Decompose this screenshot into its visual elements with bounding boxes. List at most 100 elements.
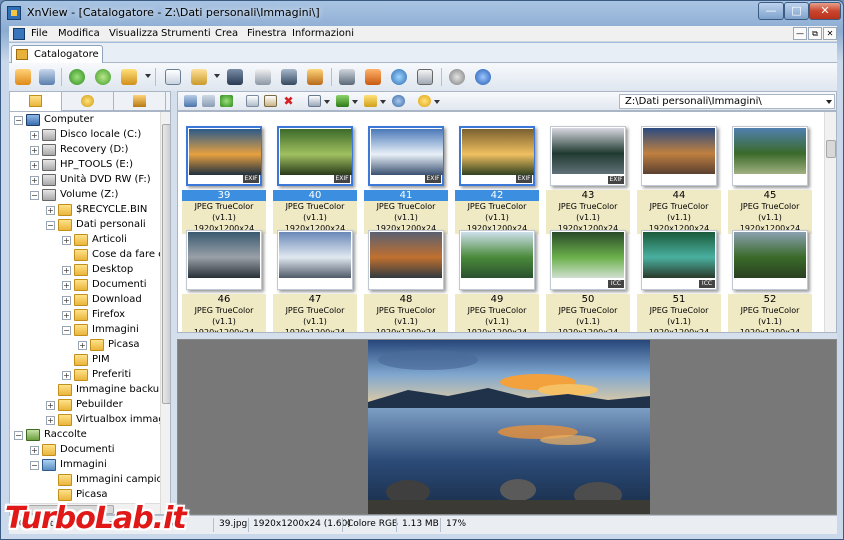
thumbnail-image[interactable] <box>732 126 808 186</box>
wallpaper-button[interactable] <box>363 67 383 87</box>
collapse-toggle[interactable]: − <box>30 461 39 470</box>
delete-icon[interactable]: ✖ <box>282 95 295 107</box>
thumbnail-image[interactable]: ICC <box>550 230 626 290</box>
path-combobox[interactable]: Z:\Dati personali\Immagini\ <box>619 94 835 109</box>
collapse-toggle[interactable]: − <box>14 431 23 440</box>
reload-button[interactable] <box>93 67 113 87</box>
browser-mode-button[interactable] <box>13 67 33 87</box>
thumbnail-cell[interactable]: 49 JPEG TrueColor (v1.1) 1920x1200x24 <box>455 226 539 332</box>
doc-restore-button[interactable]: ⧉ <box>808 27 822 40</box>
expand-toggle[interactable]: + <box>62 296 71 305</box>
thumbnail-image[interactable]: EXIF <box>459 126 535 186</box>
thumbnail-image[interactable]: EXIF <box>277 126 353 186</box>
search-button[interactable] <box>225 67 245 87</box>
sort-icon[interactable] <box>336 95 349 107</box>
menu-file[interactable]: File <box>31 28 48 39</box>
tab-favorites[interactable] <box>62 92 114 111</box>
grid-vertical-scrollbar[interactable] <box>824 112 836 332</box>
convert-button[interactable] <box>305 67 325 87</box>
thumbnail-cell[interactable]: ICC 51 JPEG TrueColor (v1.1) 1920x1200x24 <box>637 226 721 332</box>
menu-strumenti[interactable]: Strumenti <box>161 28 211 39</box>
thumbnail-image[interactable]: EXIF <box>368 126 444 186</box>
expand-toggle[interactable]: + <box>46 206 55 215</box>
thumbnail-cell[interactable]: EXIF 40 JPEG TrueColor (v1.1) 1920x1200x24 <box>273 122 357 234</box>
forward-icon[interactable] <box>202 95 215 107</box>
back-icon[interactable] <box>184 95 197 107</box>
expand-toggle[interactable]: + <box>62 266 71 275</box>
menu-finestra[interactable]: Finestra <box>247 28 287 39</box>
thumbnail-cell[interactable]: 52 JPEG TrueColor (v1.1) 1920x1200x24 <box>728 226 812 332</box>
document-menu-icon[interactable] <box>13 28 25 40</box>
thumbnail-cell[interactable]: ICC 50 JPEG TrueColor (v1.1) 1920x1200x24 <box>546 226 630 332</box>
thumbnail-cell[interactable]: 48 JPEG TrueColor (v1.1) 1920x1200x24 <box>364 226 448 332</box>
thumbnail-image[interactable]: ICC <box>641 230 717 290</box>
expand-toggle[interactable]: + <box>62 236 71 245</box>
scroll-thumb[interactable] <box>826 140 836 158</box>
thumbnail-image[interactable]: EXIF <box>550 126 626 186</box>
thumbnail-image[interactable] <box>459 230 535 290</box>
sync-icon[interactable] <box>392 95 405 107</box>
minimize-button[interactable]: — <box>758 2 784 20</box>
scroll-thumb[interactable] <box>162 124 170 404</box>
expand-toggle[interactable]: + <box>62 371 71 380</box>
thumbnail-image[interactable] <box>368 230 444 290</box>
expand-toggle[interactable]: + <box>78 341 87 350</box>
thumbnail-image[interactable] <box>641 126 717 186</box>
expand-toggle[interactable]: + <box>30 146 39 155</box>
info-button[interactable] <box>473 67 493 87</box>
collapse-toggle[interactable]: − <box>62 326 71 335</box>
slideshow-button[interactable] <box>119 67 139 87</box>
image-preview-pane[interactable] <box>177 339 837 515</box>
close-button[interactable]: ✕ <box>809 2 841 20</box>
copy-button[interactable] <box>163 67 183 87</box>
new-folder-icon[interactable] <box>246 95 259 107</box>
expand-toggle[interactable]: + <box>62 281 71 290</box>
slideshow-dropdown[interactable] <box>145 74 151 78</box>
favorites-dropdown[interactable] <box>434 100 440 104</box>
xnview-app-icon[interactable] <box>7 6 21 20</box>
expand-toggle[interactable]: + <box>30 176 39 185</box>
thumbnail-cell[interactable]: EXIF 43 JPEG TrueColor (v1.1) 1920x1200x24 <box>546 122 630 234</box>
thumbnail-cell[interactable]: 45 JPEG TrueColor (v1.1) 1920x1200x24 <box>728 122 812 234</box>
title-bar[interactable]: XnView - [Catalogatore - Z:\Dati persona… <box>1 1 843 25</box>
expand-toggle[interactable]: + <box>30 131 39 140</box>
menu-crea[interactable]: Crea <box>215 28 238 39</box>
parent-folder-icon[interactable] <box>220 95 233 107</box>
thumbnail-image[interactable] <box>277 230 353 290</box>
view-mode-icon[interactable] <box>308 95 321 107</box>
thumbnail-cell[interactable]: 47 JPEG TrueColor (v1.1) 1920x1200x24 <box>273 226 357 332</box>
collapse-toggle[interactable]: − <box>46 221 55 230</box>
thumbnail-cell[interactable]: 46 JPEG TrueColor (v1.1) 1920x1200x24 <box>182 226 266 332</box>
collapse-toggle[interactable]: − <box>30 191 39 200</box>
web-button[interactable] <box>389 67 409 87</box>
collapse-toggle[interactable]: − <box>14 116 23 125</box>
fullscreen-button[interactable] <box>37 67 57 87</box>
thumbnail-cell[interactable]: EXIF 42 JPEG TrueColor (v1.1) 1920x1200x24 <box>455 122 539 234</box>
thumbnail-cell[interactable]: 44 JPEG TrueColor (v1.1) 1920x1200x24 <box>637 122 721 234</box>
thumbnail-image[interactable]: EXIF <box>186 126 262 186</box>
tab-folders[interactable] <box>10 92 62 111</box>
expand-toggle[interactable]: + <box>30 446 39 455</box>
calculator-button[interactable] <box>415 67 435 87</box>
doc-close-button[interactable]: ✕ <box>823 27 837 40</box>
capture-button[interactable] <box>337 67 357 87</box>
move-button[interactable] <box>189 67 209 87</box>
doc-minimize-button[interactable]: — <box>793 27 807 40</box>
expand-toggle[interactable]: + <box>46 401 55 410</box>
menu-visualizza[interactable]: Visualizza <box>109 28 158 39</box>
settings-button[interactable] <box>447 67 467 87</box>
filter-icon[interactable] <box>364 95 377 107</box>
print-button[interactable] <box>253 67 273 87</box>
move-dropdown[interactable] <box>214 74 220 78</box>
tab-catalogatore[interactable]: Catalogatore <box>11 45 103 64</box>
expand-toggle[interactable]: + <box>30 161 39 170</box>
thumbnail-image[interactable] <box>186 230 262 290</box>
menu-informazioni[interactable]: Informazioni <box>292 28 354 39</box>
menu-modifica[interactable]: Modifica <box>58 28 100 39</box>
maximize-button[interactable]: □ <box>784 2 809 20</box>
rename-icon[interactable] <box>264 95 277 107</box>
tree-vertical-scrollbar[interactable] <box>160 112 170 514</box>
expand-toggle[interactable]: + <box>62 311 71 320</box>
view-mode-dropdown[interactable] <box>324 100 330 104</box>
chevron-down-icon[interactable] <box>826 100 832 104</box>
